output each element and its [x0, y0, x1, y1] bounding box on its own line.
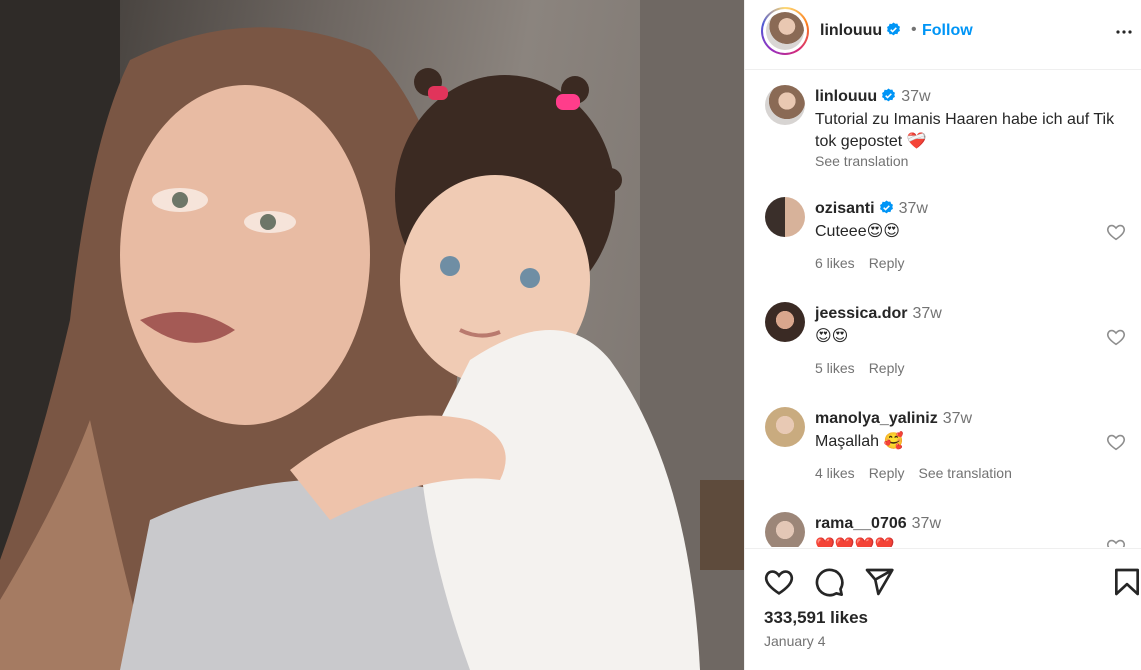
post-photo-illustration [0, 0, 744, 670]
commenter-avatar[interactable] [765, 512, 805, 547]
comment-reply-button[interactable]: Reply [869, 360, 905, 376]
verified-badge-icon [879, 200, 893, 214]
caption-username-text[interactable]: linlouuu [815, 88, 877, 105]
comment-timestamp: 37w [942, 410, 973, 427]
comment-text: 😍😍 [815, 328, 849, 345]
post-photo[interactable] [0, 0, 744, 670]
comment-timestamp: 37w [911, 515, 941, 532]
verified-badge-icon [882, 88, 896, 102]
caption-see-translation[interactable]: See translation [815, 153, 908, 169]
comment-like-heart-icon[interactable] [1105, 431, 1127, 453]
comment-username-text[interactable]: jeessica.dor [815, 305, 908, 322]
post-like-count[interactable]: 333,591 likes [764, 608, 868, 628]
comment-reply-button[interactable]: Reply [869, 255, 905, 271]
comment-username[interactable]: ozisanti 37w [815, 200, 928, 218]
comment-text: Cuteee😍😍 [815, 223, 900, 240]
comment-item: rama__0706 37w ❤️❤️❤️❤️ [745, 504, 1141, 547]
comment-username-text[interactable]: rama__0706 [815, 515, 907, 532]
comment-item: ozisanti 37w Cuteee😍😍 6 likes Reply [745, 189, 1141, 289]
author-username-text[interactable]: linlouuu [820, 22, 882, 39]
comment-reply-button[interactable]: Reply [869, 465, 905, 481]
comment-username[interactable]: rama__0706 37w [815, 515, 941, 533]
post-date[interactable]: January 4 [764, 633, 825, 649]
more-options-icon[interactable] [1112, 20, 1136, 44]
comment-text: Maşallah 🥰 [815, 433, 904, 450]
header-separator: • [911, 21, 917, 38]
paper-plane-icon[interactable] [863, 566, 895, 598]
heart-icon[interactable] [763, 566, 795, 598]
comment-text: ❤️❤️❤️❤️ [815, 538, 895, 547]
caption-timestamp: 37w [901, 88, 931, 105]
comments-list[interactable]: linlouuu 37w Tutorial zu Imanis Haaren ha… [745, 71, 1141, 547]
comment-timestamp: 37w [912, 305, 942, 322]
comment-item: jeessica.dor 37w 😍😍 5 likes Reply [745, 294, 1141, 394]
comment-like-heart-icon[interactable] [1105, 326, 1127, 348]
post-header: linlouuu • Follow [745, 0, 1141, 70]
verified-badge-icon [887, 22, 901, 36]
follow-button[interactable]: Follow [922, 22, 973, 40]
caption-author-username[interactable]: linlouuu 37w [815, 88, 931, 106]
comment-username-text[interactable]: manolya_yaliniz [815, 410, 938, 427]
comment-like-count[interactable]: 4 likes [815, 465, 855, 481]
comment-meta: 4 likes Reply See translation [815, 465, 1026, 481]
commenter-avatar[interactable] [765, 197, 805, 237]
comment-item: manolya_yaliniz 37w Maşallah 🥰 4 likes Rep… [745, 399, 1141, 499]
post-caption: linlouuu 37w Tutorial zu Imanis Haaren ha… [745, 71, 1141, 171]
commenter-avatar[interactable] [765, 302, 805, 342]
comment-like-count[interactable]: 6 likes [815, 255, 855, 271]
caption-author-avatar[interactable] [765, 85, 805, 125]
comment-meta: 5 likes Reply [815, 360, 918, 376]
commenter-avatar[interactable] [765, 407, 805, 447]
author-avatar[interactable] [761, 7, 809, 55]
comment-like-count[interactable]: 5 likes [815, 360, 855, 376]
post-actions: 333,591 likes January 4 [745, 548, 1141, 670]
caption-text: Tutorial zu Imanis Haaren habe ich auf T… [815, 111, 1115, 150]
comment-bubble-icon[interactable] [813, 566, 845, 598]
comment-username[interactable]: manolya_yaliniz 37w [815, 410, 972, 428]
comment-username[interactable]: jeessica.dor 37w [815, 305, 942, 323]
bookmark-icon[interactable] [1111, 566, 1141, 598]
comment-timestamp: 37w [898, 200, 928, 217]
comment-meta: 6 likes Reply [815, 255, 918, 271]
post-side-panel: linlouuu • Follow linlouuu 37w Tutorial z… [744, 0, 1141, 670]
comment-username-text[interactable]: ozisanti [815, 200, 875, 217]
comment-see-translation[interactable]: See translation [918, 465, 1011, 481]
author-username[interactable]: linlouuu [820, 22, 901, 40]
comment-like-heart-icon[interactable] [1105, 221, 1127, 243]
comment-like-heart-icon[interactable] [1105, 536, 1127, 547]
